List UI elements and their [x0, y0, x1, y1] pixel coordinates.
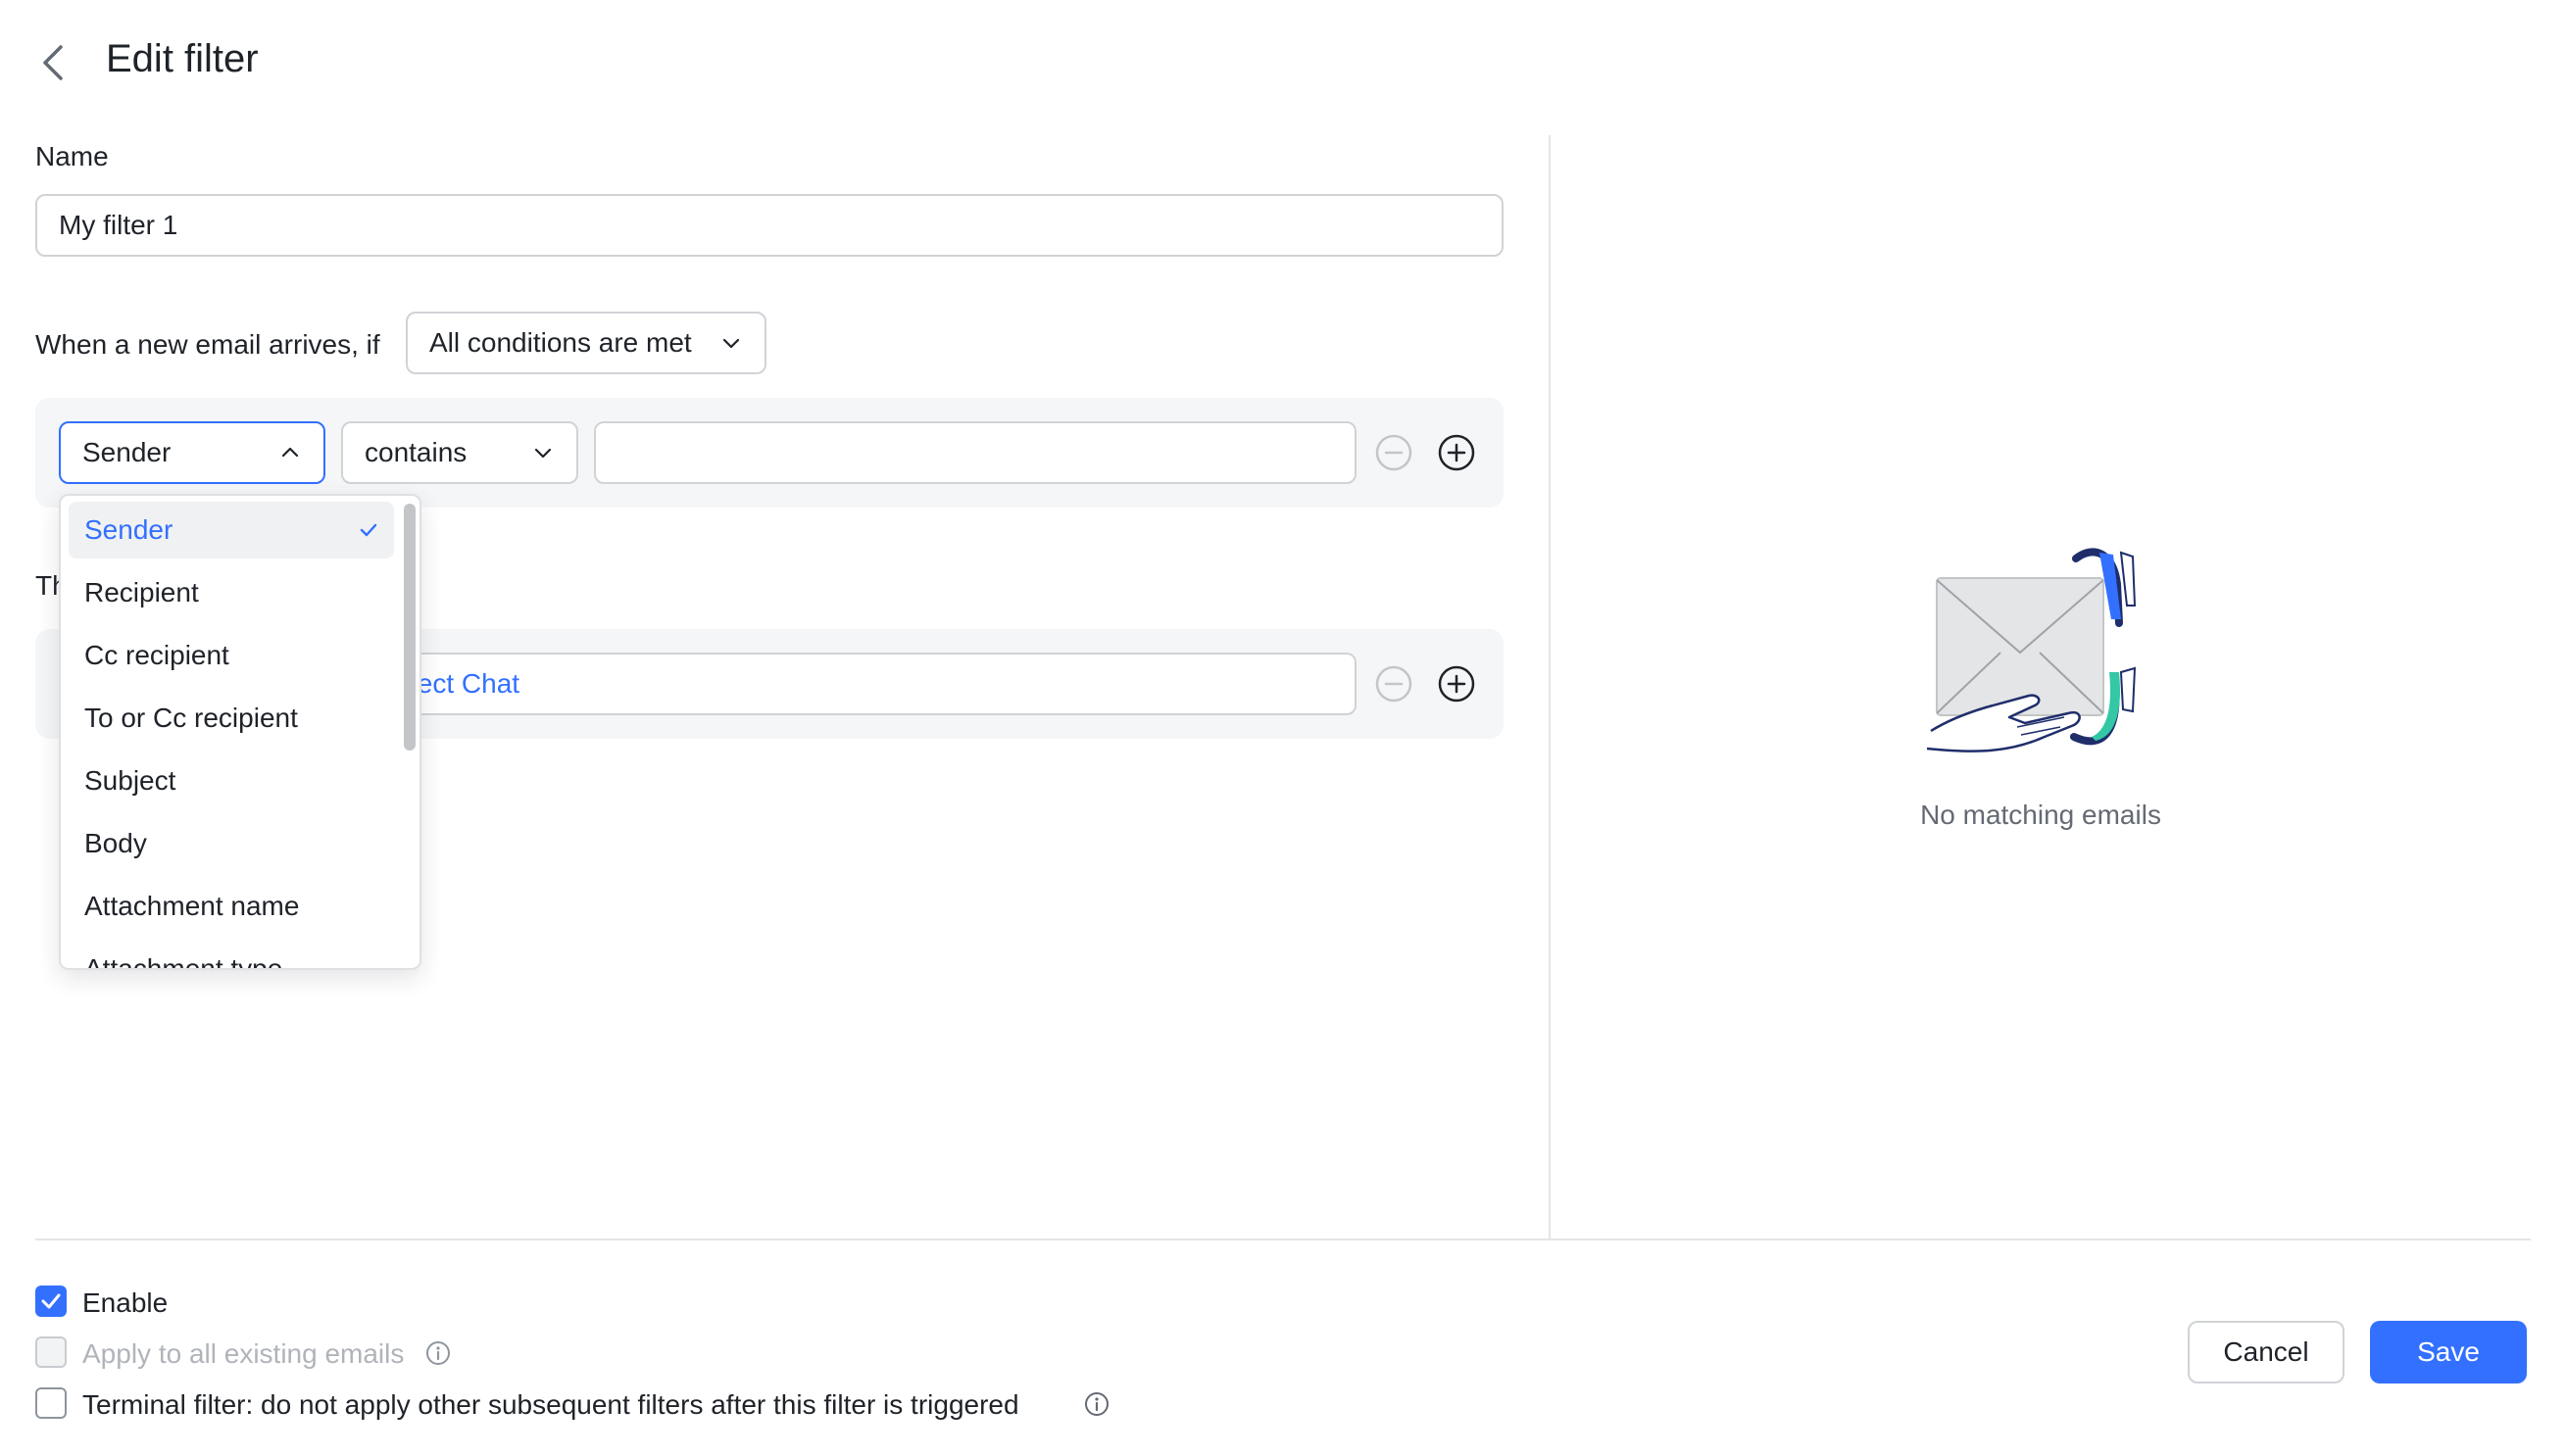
minus-circle-icon [1375, 434, 1412, 471]
dropdown-scrollbar[interactable] [404, 504, 416, 751]
minus-circle-icon [1375, 665, 1412, 703]
terminal-filter-label: Terminal filter: do not apply other subs… [82, 1389, 1019, 1420]
vertical-divider [1549, 135, 1551, 1238]
remove-action-button[interactable] [1374, 664, 1413, 704]
terminal-filter-checkbox[interactable] [35, 1387, 67, 1419]
save-button[interactable]: Save [2370, 1321, 2527, 1383]
dropdown-option-subject[interactable]: Subject [69, 752, 394, 809]
horizontal-divider [35, 1238, 2531, 1240]
dropdown-option-label: Body [84, 828, 147, 858]
dropdown-option-label: Attachment type [84, 953, 283, 970]
dropdown-option-sender[interactable]: Sender [69, 502, 394, 558]
apply-existing-checkbox[interactable] [35, 1336, 67, 1368]
chevron-down-icon [534, 448, 552, 459]
add-condition-button[interactable] [1437, 433, 1476, 472]
enable-label: Enable [82, 1287, 169, 1318]
dropdown-option-recipient[interactable]: Recipient [69, 564, 394, 621]
match-mode-value: All conditions are met [429, 327, 692, 358]
dropdown-option-label: Attachment name [84, 891, 300, 921]
field-dropdown-menu: Sender Recipient Cc recipient To or Cc r… [59, 494, 421, 970]
empty-state-text: No matching emails [1920, 800, 2161, 830]
dropdown-option-label: To or Cc recipient [84, 703, 298, 733]
apply-existing-label: Apply to all existing emails [82, 1338, 405, 1369]
page-title: Edit filter [106, 37, 259, 80]
chevron-up-icon [281, 447, 299, 458]
name-label: Name [35, 141, 109, 171]
dropdown-option-label: Cc recipient [84, 640, 229, 670]
condition-field-select[interactable]: Sender [59, 421, 325, 484]
dropdown-option-cc-recipient[interactable]: Cc recipient [69, 627, 394, 684]
dropdown-option-label: Recipient [84, 577, 199, 607]
edit-filter-page: Edit filter Name When a new email arrive… [0, 0, 2566, 1456]
enable-checkbox[interactable] [35, 1286, 67, 1317]
add-action-button[interactable] [1437, 664, 1476, 704]
condition-operator-select[interactable]: contains [341, 421, 578, 484]
plus-circle-icon [1438, 434, 1475, 471]
checkmark-icon [41, 1293, 61, 1309]
plus-circle-icon [1438, 665, 1475, 703]
dropdown-option-to-or-cc[interactable]: To or Cc recipient [69, 690, 394, 747]
chevron-down-icon [722, 338, 740, 349]
condition-operator-value: contains [365, 437, 468, 467]
checkmark-icon [360, 523, 377, 537]
remove-condition-button[interactable] [1374, 433, 1413, 472]
dropdown-option-label: Subject [84, 765, 176, 796]
dropdown-option-attachment-name[interactable]: Attachment name [69, 878, 394, 935]
select-chat-field[interactable]: elect Chat [372, 653, 1357, 715]
dropdown-option-attachment-type[interactable]: Attachment type [69, 941, 394, 970]
back-button[interactable] [35, 41, 71, 84]
filter-name-input[interactable] [35, 194, 1504, 257]
match-mode-select[interactable]: All conditions are met [406, 312, 766, 374]
chevron-left-icon [43, 45, 63, 80]
cancel-button[interactable]: Cancel [2188, 1321, 2344, 1383]
info-icon[interactable] [425, 1340, 451, 1366]
empty-mail-illustration [1927, 548, 2137, 752]
dropdown-option-label: Sender [84, 514, 173, 545]
condition-field-value: Sender [82, 437, 172, 467]
condition-prefix-text: When a new email arrives, if [35, 329, 380, 360]
info-icon[interactable] [1084, 1391, 1110, 1417]
condition-value-input[interactable] [594, 421, 1357, 484]
dropdown-option-body[interactable]: Body [69, 815, 394, 872]
